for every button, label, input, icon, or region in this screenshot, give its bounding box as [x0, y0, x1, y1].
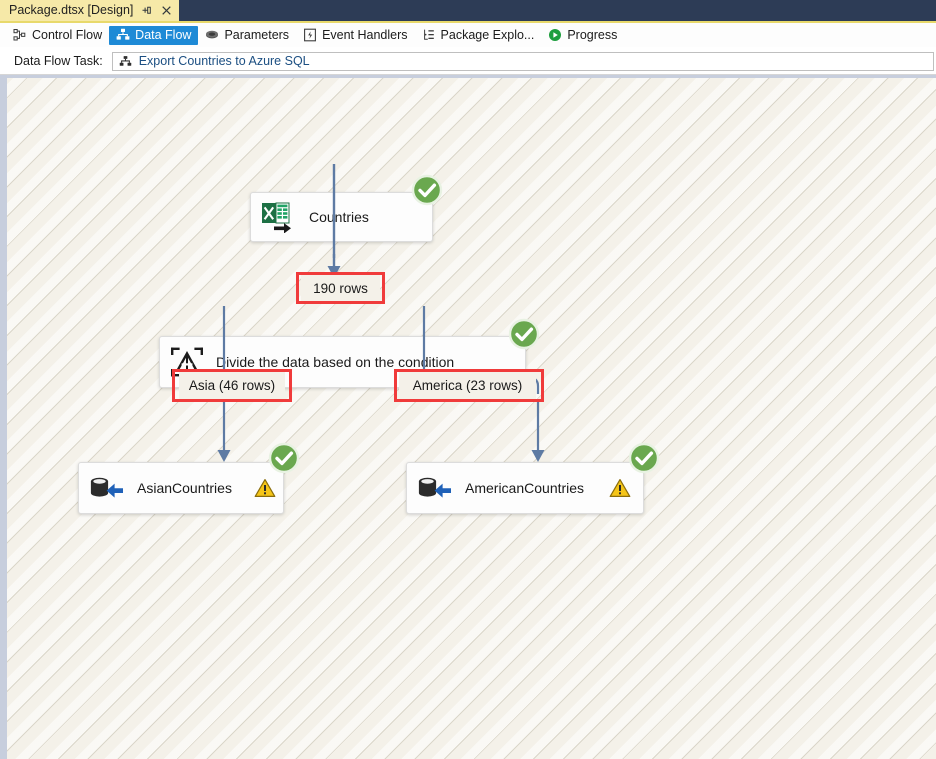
tab-parameters-label: Parameters	[224, 28, 290, 42]
tab-event-handlers[interactable]: Event Handlers	[296, 26, 414, 45]
data-flow-task-icon	[119, 55, 132, 68]
excel-source-icon	[261, 201, 297, 233]
tab-progress-label: Progress	[567, 28, 618, 42]
data-flow-task-combobox[interactable]: Export Countries to Azure SQL	[111, 51, 934, 71]
tab-event-handlers-label: Event Handlers	[322, 28, 408, 42]
tab-package-explorer-label: Package Explo...	[440, 28, 535, 42]
tab-control-flow-label: Control Flow	[32, 28, 103, 42]
tab-package-explorer[interactable]: Package Explo...	[415, 26, 542, 45]
node-american-countries-label: AmericanCountries	[465, 480, 585, 496]
node-conditional-split-label: Divide the data based on the condition	[216, 354, 455, 370]
path-label-main-text: 190 rows	[313, 280, 368, 296]
designer-tab-strip: Control Flow Data Flow Parameters Event …	[0, 23, 936, 48]
parameters-icon	[205, 28, 219, 42]
tab-progress[interactable]: Progress	[541, 26, 624, 45]
title-bar: Package.dtsx [Design]	[0, 0, 936, 23]
close-icon[interactable]	[160, 4, 173, 17]
package-explorer-icon	[422, 28, 436, 42]
data-flow-canvas[interactable]: Countries 190 rows Divide the data based…	[0, 75, 936, 759]
data-flow-icon	[116, 28, 130, 42]
warning-icon[interactable]	[244, 478, 276, 498]
tab-control-flow[interactable]: Control Flow	[6, 26, 109, 45]
path-label-main[interactable]: 190 rows	[301, 275, 380, 301]
connector-layer	[217, 164, 545, 462]
node-countries[interactable]: Countries	[250, 192, 433, 242]
data-flow-task-bar: Data Flow Task: Export Countries to Azur…	[0, 48, 936, 75]
tab-parameters[interactable]: Parameters	[198, 26, 296, 45]
status-badge-countries-success	[411, 174, 443, 206]
event-handlers-icon	[303, 28, 317, 42]
control-flow-icon	[13, 28, 27, 42]
ole-db-destination-icon	[89, 474, 125, 502]
pin-icon[interactable]	[140, 4, 153, 17]
node-asian-countries[interactable]: AsianCountries	[78, 462, 284, 514]
ole-db-destination-icon	[417, 474, 453, 502]
path-label-america[interactable]: America (23 rows)	[399, 372, 536, 399]
path-label-america-text: America (23 rows)	[412, 378, 523, 393]
tab-data-flow[interactable]: Data Flow	[109, 25, 199, 45]
path-label-asia-text: Asia (46 rows)	[188, 378, 276, 393]
node-american-countries[interactable]: AmericanCountries	[406, 462, 644, 514]
tab-data-flow-label: Data Flow	[135, 28, 192, 42]
data-flow-task-label: Data Flow Task:	[14, 54, 103, 68]
document-tab-package-dtsx[interactable]: Package.dtsx [Design]	[0, 0, 180, 21]
node-countries-label: Countries	[309, 209, 369, 225]
document-tab-label: Package.dtsx [Design]	[9, 3, 134, 18]
data-flow-task-value: Export Countries to Azure SQL	[138, 54, 310, 68]
node-asian-countries-label: AsianCountries	[137, 480, 232, 496]
warning-icon[interactable]	[599, 478, 631, 498]
progress-icon	[548, 28, 562, 42]
status-badge-asian-countries-success	[268, 442, 300, 474]
status-badge-american-countries-success	[628, 442, 660, 474]
status-badge-conditional-split-success	[508, 318, 540, 350]
path-label-asia[interactable]: Asia (46 rows)	[179, 372, 285, 399]
